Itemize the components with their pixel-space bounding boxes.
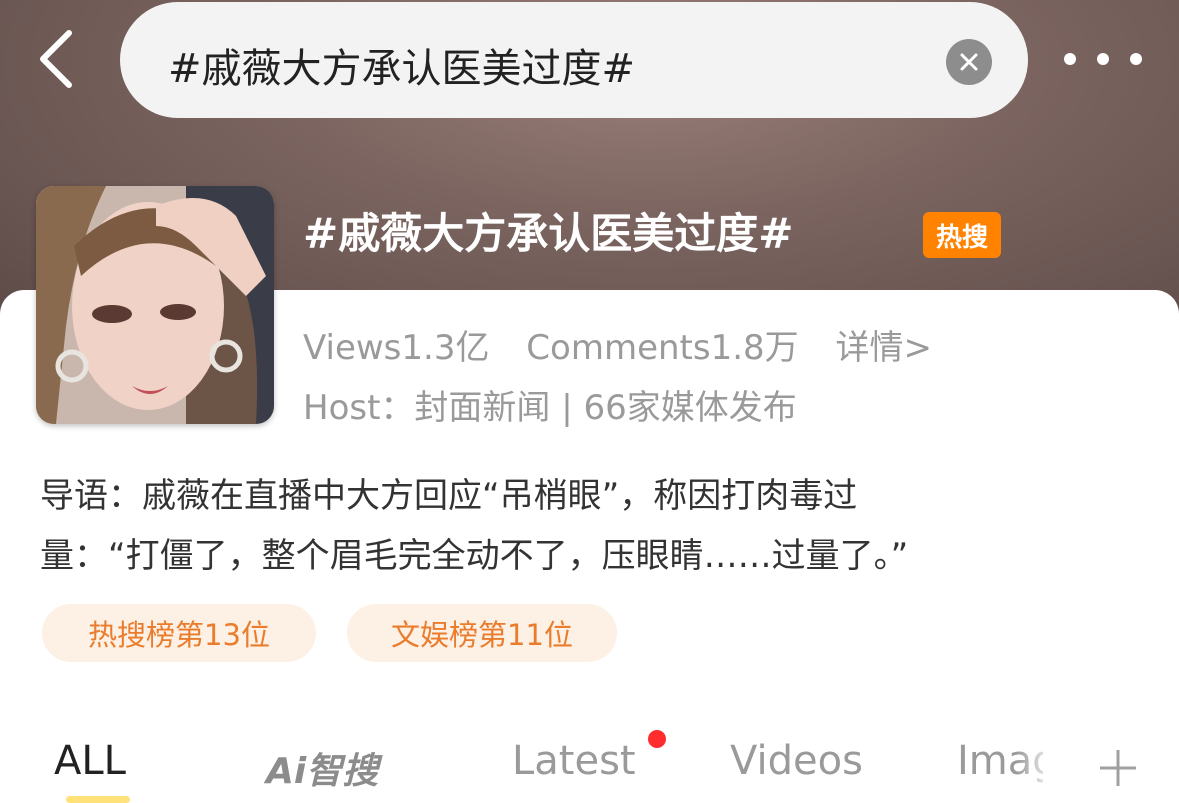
more-dots-icon: [1064, 53, 1076, 65]
clear-x-icon: [960, 53, 978, 71]
topic-avatar-image[interactable]: [36, 186, 274, 424]
host-info[interactable]: Host：封面新闻 | 66家媒体发布: [303, 380, 797, 429]
plus-icon: [1100, 750, 1136, 786]
topic-stats: Views1.3亿 Comments1.8万 详情>: [303, 320, 958, 369]
tab-ai-search[interactable]: Ai智搜: [266, 742, 378, 794]
clear-search-button[interactable]: [946, 39, 992, 85]
tab-all[interactable]: ALL: [54, 738, 126, 784]
tab-overflow-fade: [1016, 730, 1056, 803]
search-bar[interactable]: #戚薇大方承认医美过度#: [120, 2, 1028, 118]
intro-line-1: 导语：戚薇在直播中大方回应“吊梢眼”，称因打肉毒过: [40, 476, 858, 516]
search-query[interactable]: #戚薇大方承认医美过度#: [168, 36, 635, 94]
hot-rank-badge[interactable]: 热搜榜第13位: [42, 604, 316, 662]
hot-badge: 热搜: [923, 212, 1001, 258]
notification-dot: [648, 730, 666, 748]
views-count: Views1.3亿: [303, 328, 490, 368]
entertainment-rank-badge[interactable]: 文娱榜第11位: [347, 604, 617, 662]
details-link[interactable]: 详情>: [835, 328, 932, 368]
more-options-button[interactable]: [1064, 44, 1142, 74]
topic-title: #戚薇大方承认医美过度#: [303, 209, 794, 258]
active-tab-indicator: [66, 796, 130, 803]
back-chevron-icon: [40, 30, 72, 88]
tab-latest[interactable]: Latest: [512, 738, 636, 784]
intro-line-2: 量：“打僵了，整个眉毛完全动不了，压眼睛……过量了。”: [40, 536, 909, 576]
topic-intro: 导语：戚薇在直播中大方回应“吊梢眼”，称因打肉毒过 量：“打僵了，整个眉毛完全动…: [40, 466, 1140, 586]
back-button[interactable]: [30, 28, 80, 90]
tab-videos[interactable]: Videos: [730, 738, 863, 784]
add-tab-button[interactable]: [1098, 748, 1138, 788]
comments-count: Comments1.8万: [526, 328, 799, 368]
tab-bar: ALL Ai智搜 Latest Videos Images: [0, 730, 1179, 803]
